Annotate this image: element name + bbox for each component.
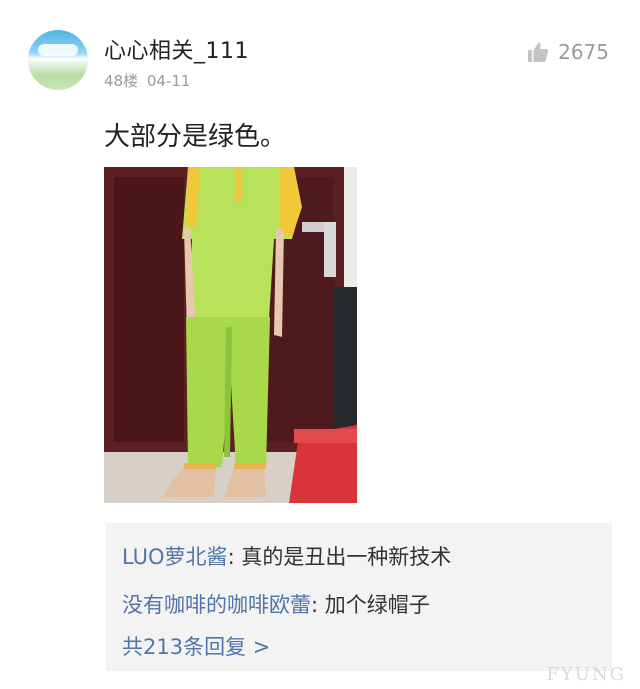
comment-post: 心心相关_111 48楼 04-11 2675 大部分是绿色。 LUO萝北酱: … [0,0,640,689]
reply-preview[interactable]: LUO萝北酱: 真的是丑出一种新技术 没有咖啡的咖啡欧蕾: 加个绿帽子 共213… [106,523,612,671]
reply-item[interactable]: 没有咖啡的咖啡欧蕾: 加个绿帽子 [122,589,430,619]
post-content: 大部分是绿色。 [104,122,287,152]
reply-author[interactable]: 没有咖啡的咖啡欧蕾 [122,593,311,617]
post-date: 04-11 [146,72,191,90]
like-button[interactable]: 2675 [526,40,609,64]
reply-author[interactable]: LUO萝北酱 [122,545,228,569]
reply-text: : 真的是丑出一种新技术 [227,545,452,569]
like-count: 2675 [558,40,609,64]
avatar[interactable] [28,30,88,90]
thumbs-up-icon [526,40,550,64]
watermark: FYUNG [546,664,626,685]
floor-number: 48楼 [104,72,139,90]
post-photo[interactable] [104,167,357,503]
username[interactable]: 心心相关_111 [104,33,249,65]
reply-text: : 加个绿帽子 [311,593,430,617]
avatar-cloud [38,44,78,56]
post-meta: 48楼 04-11 [104,70,190,91]
reply-item[interactable]: LUO萝北酱: 真的是丑出一种新技术 [122,541,451,571]
view-all-replies-link[interactable]: 共213条回复 > [122,631,270,661]
